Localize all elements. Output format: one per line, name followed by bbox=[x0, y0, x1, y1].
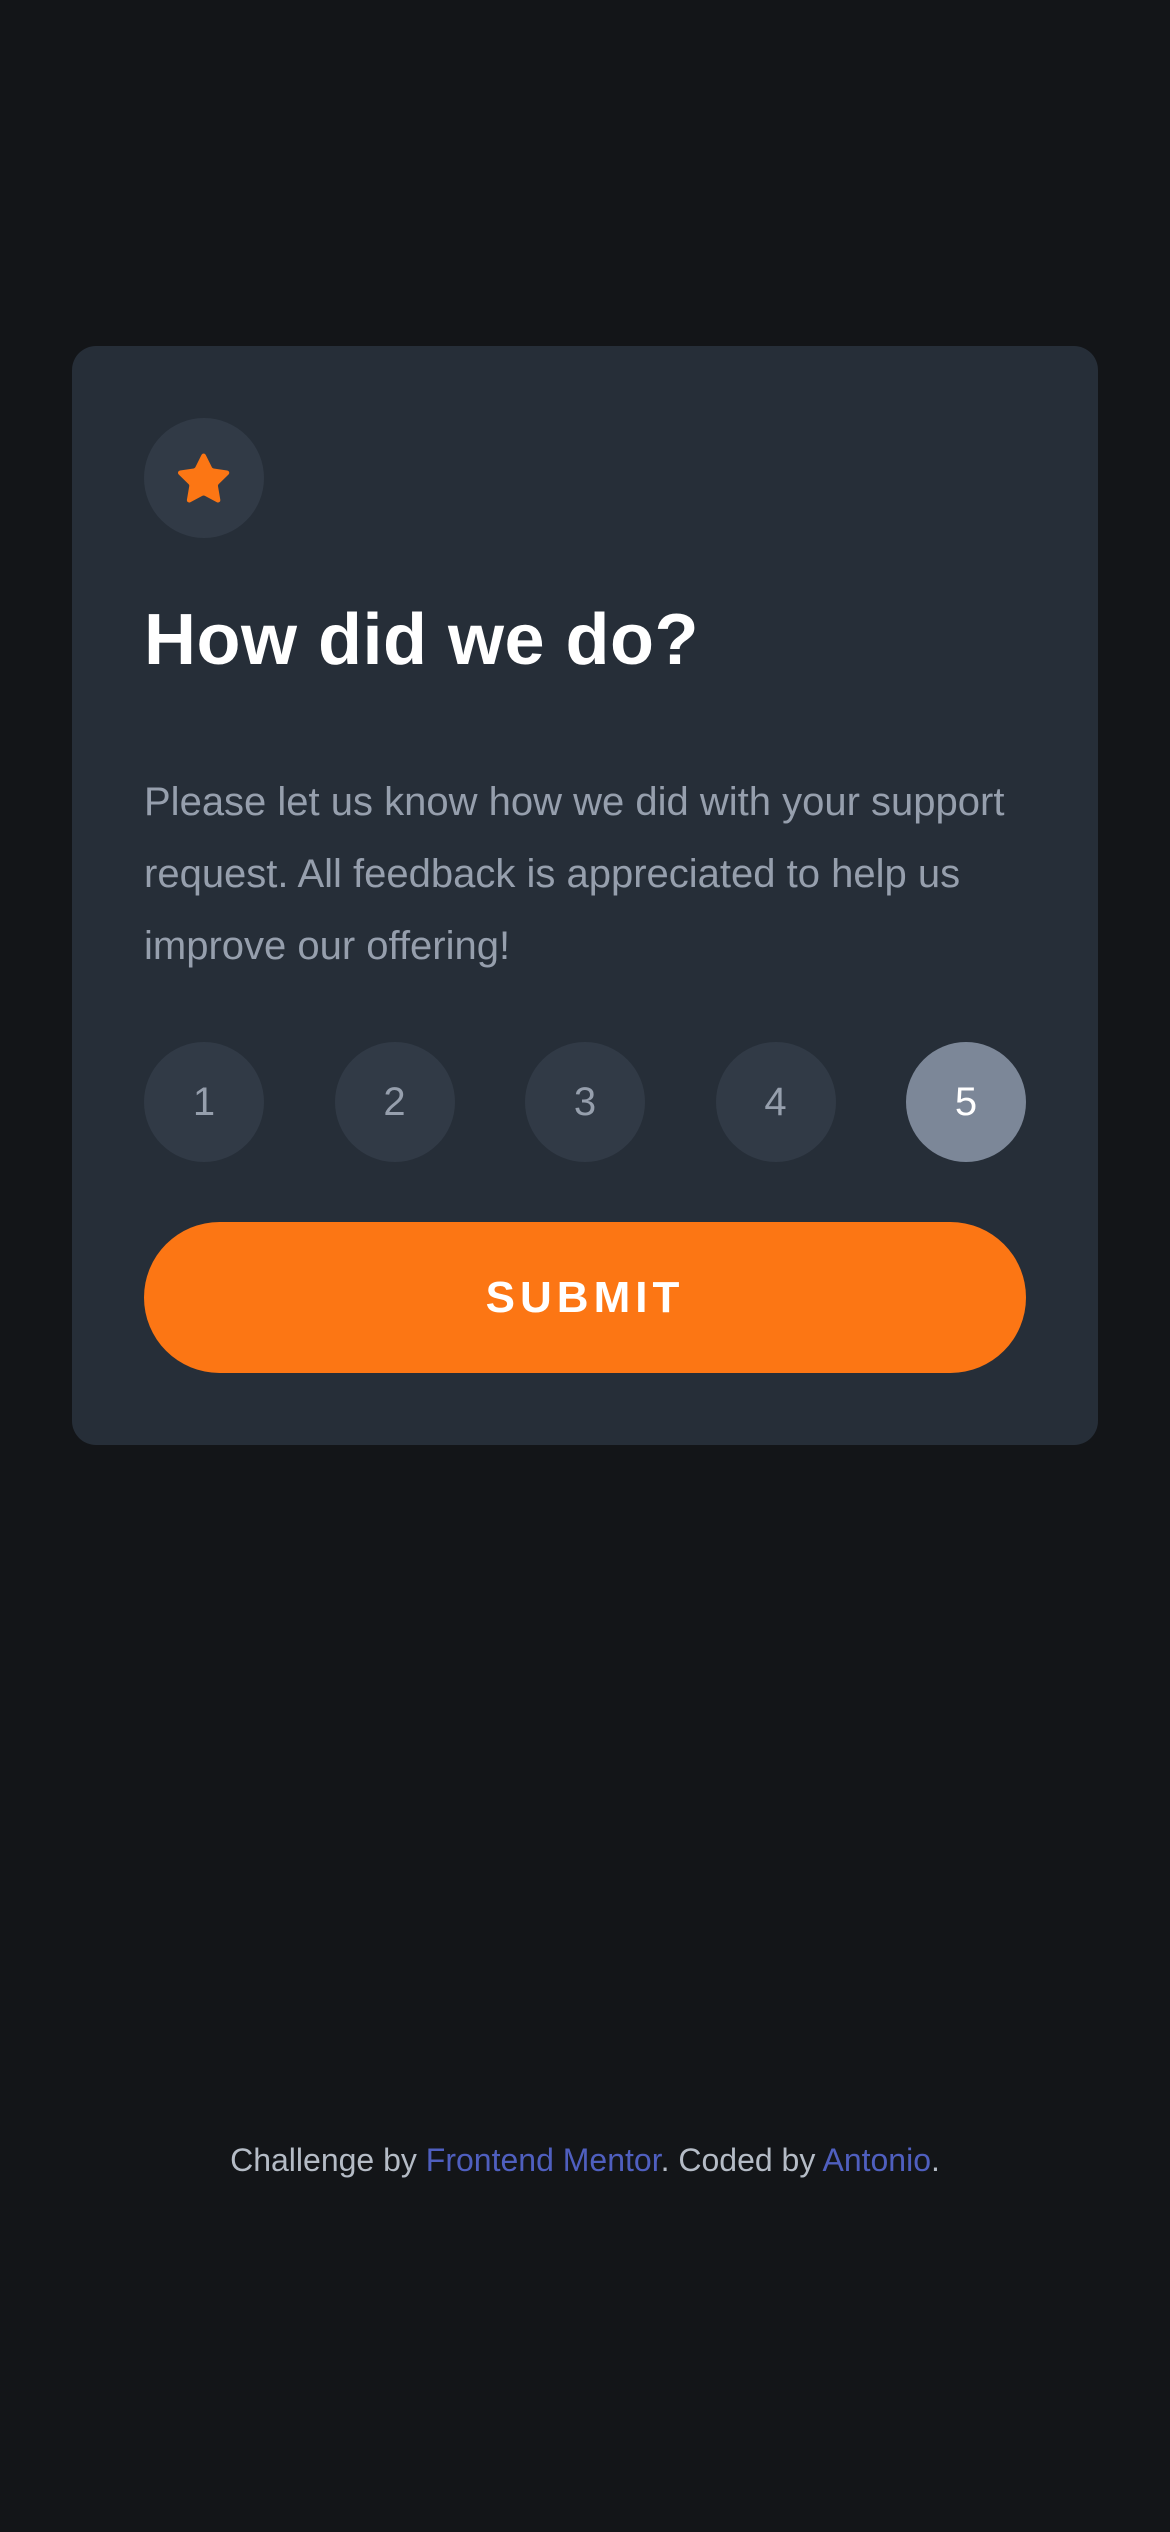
rating-option-1[interactable]: 1 bbox=[144, 1042, 264, 1162]
rating-option-5[interactable]: 5 bbox=[906, 1042, 1026, 1162]
rating-option-4[interactable]: 4 bbox=[715, 1042, 836, 1162]
rating-options: 1 2 3 4 5 bbox=[144, 1042, 1026, 1162]
rating-option-2[interactable]: 2 bbox=[334, 1042, 455, 1162]
attribution: Challenge by Frontend Mentor. Coded by A… bbox=[0, 2136, 1170, 2184]
rating-option-3[interactable]: 3 bbox=[525, 1042, 645, 1162]
card-description: Please let us know how we did with your … bbox=[144, 780, 1005, 968]
attribution-middle: . Coded by bbox=[660, 2142, 823, 2178]
rating-card: How did we do? Please let us know how we… bbox=[72, 346, 1098, 1445]
star-badge bbox=[144, 418, 264, 538]
star-icon bbox=[178, 453, 230, 503]
attribution-prefix: Challenge by bbox=[230, 2142, 426, 2178]
submit-button[interactable]: SUBMIT bbox=[144, 1222, 1026, 1373]
card-title: How did we do? bbox=[144, 600, 699, 680]
author-link[interactable]: Antonio bbox=[822, 2142, 931, 2178]
attribution-suffix: . bbox=[931, 2142, 940, 2178]
frontend-mentor-link[interactable]: Frontend Mentor bbox=[426, 2142, 661, 2178]
